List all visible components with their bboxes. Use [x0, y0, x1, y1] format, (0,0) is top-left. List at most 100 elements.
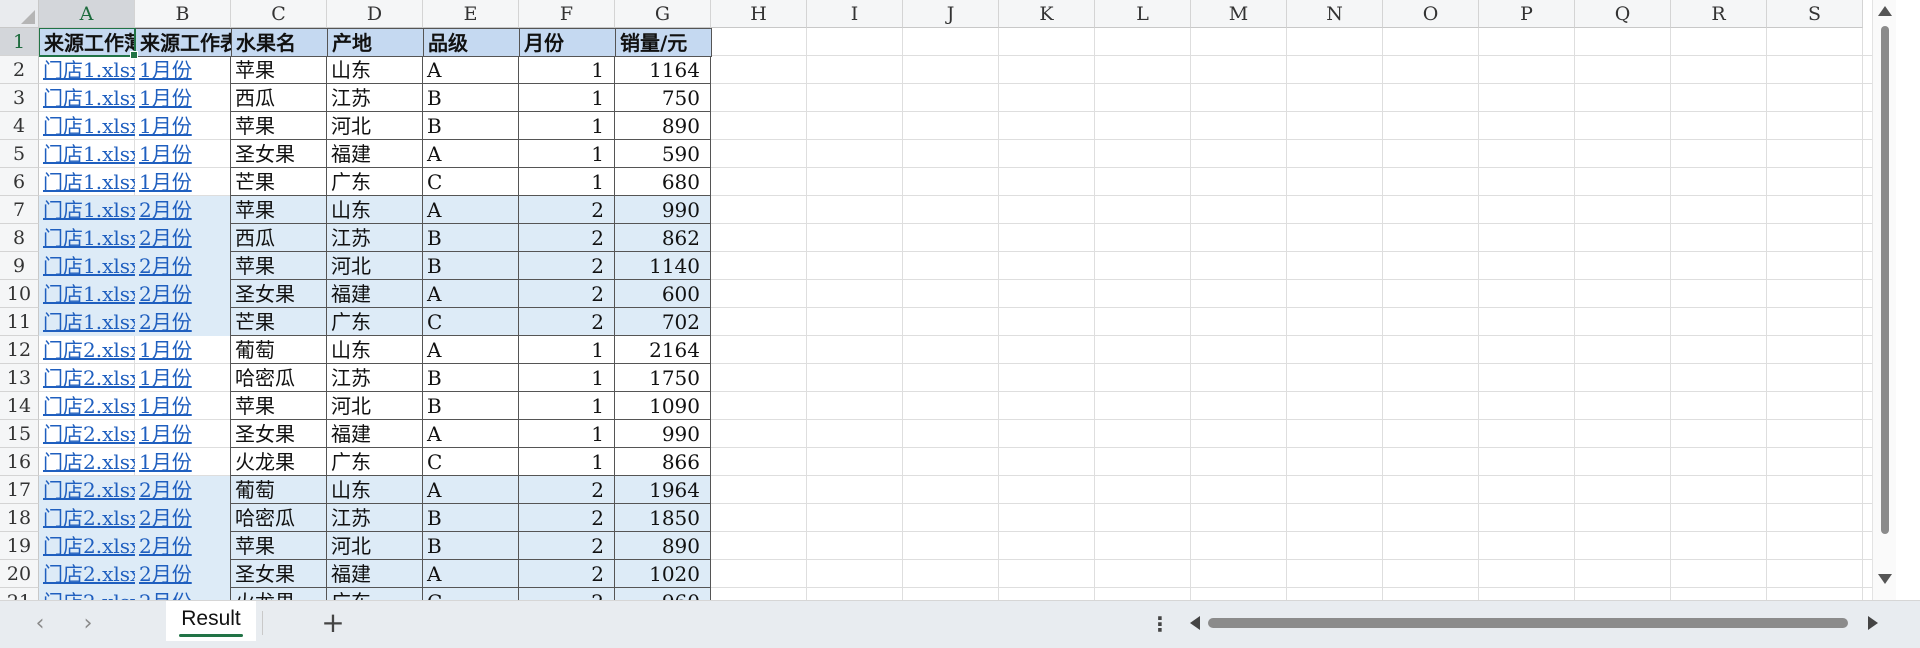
row-header[interactable]: 6: [0, 168, 39, 196]
column-header-n[interactable]: N: [1287, 0, 1383, 28]
table-cell[interactable]: 江苏: [327, 504, 423, 532]
table-header-cell[interactable]: 水果名: [231, 28, 328, 57]
table-cell[interactable]: A: [423, 196, 519, 224]
table-cell[interactable]: 890: [615, 532, 711, 560]
table-cell[interactable]: 西瓜: [230, 224, 327, 252]
table-cell[interactable]: 福建: [327, 140, 423, 168]
table-cell[interactable]: 1: [519, 168, 615, 196]
table-cell[interactable]: 590: [615, 140, 711, 168]
table-cell[interactable]: 火龙果: [230, 448, 327, 476]
table-cell[interactable]: 1: [519, 420, 615, 448]
hyperlink-cell[interactable]: 2月份: [135, 504, 231, 532]
column-header-l[interactable]: L: [1095, 0, 1191, 28]
table-cell[interactable]: 1: [519, 56, 615, 84]
hyperlink-cell[interactable]: 1月份: [135, 336, 231, 364]
row-header[interactable]: 3: [0, 84, 39, 112]
table-cell[interactable]: A: [423, 280, 519, 308]
column-header-e[interactable]: E: [423, 0, 519, 28]
row-header[interactable]: 12: [0, 336, 39, 364]
row-header[interactable]: 10: [0, 280, 39, 308]
spreadsheet-grid-area[interactable]: ABCDEFGHIJKLMNOPQRS 1 2 3 4 5 6 7 8 9 10 11 12 13 14 1…: [0, 0, 1896, 600]
column-header-s[interactable]: S: [1767, 0, 1863, 28]
hyperlink-cell[interactable]: 门店1.xlsx: [39, 140, 135, 168]
table-cell[interactable]: 1: [519, 448, 615, 476]
column-header-m[interactable]: M: [1191, 0, 1287, 28]
row-header[interactable]: 9: [0, 252, 39, 280]
table-cell[interactable]: 苹果: [230, 112, 327, 140]
column-header-d[interactable]: D: [327, 0, 423, 28]
row-header[interactable]: 19: [0, 532, 39, 560]
table-header-cell[interactable]: 月份: [519, 28, 616, 57]
table-cell[interactable]: B: [423, 252, 519, 280]
row-header[interactable]: 13: [0, 364, 39, 392]
hyperlink-cell[interactable]: 门店2.xlsx: [39, 392, 135, 420]
table-cell[interactable]: 哈密瓜: [230, 364, 327, 392]
table-cell[interactable]: C: [423, 588, 519, 600]
table-header-cell[interactable]: 来源工作薄: [39, 28, 136, 57]
row-header[interactable]: 1: [0, 28, 39, 56]
table-cell[interactable]: 2164: [615, 336, 711, 364]
table-cell[interactable]: 苹果: [230, 392, 327, 420]
row-header[interactable]: 18: [0, 504, 39, 532]
scroll-up-icon[interactable]: [1878, 6, 1892, 16]
column-header-q[interactable]: Q: [1575, 0, 1671, 28]
hyperlink-cell[interactable]: 门店2.xlsx: [39, 336, 135, 364]
scroll-left-icon[interactable]: [1190, 616, 1200, 630]
hyperlink-cell[interactable]: 门店1.xlsx: [39, 224, 135, 252]
table-header-cell[interactable]: 来源工作表: [135, 28, 232, 57]
row-header[interactable]: 4: [0, 112, 39, 140]
row-header[interactable]: 2: [0, 56, 39, 84]
table-cell[interactable]: 圣女果: [230, 140, 327, 168]
row-header[interactable]: 16: [0, 448, 39, 476]
table-cell[interactable]: 江苏: [327, 224, 423, 252]
table-cell[interactable]: 河北: [327, 112, 423, 140]
horizontal-scroll-thumb[interactable]: [1208, 618, 1848, 628]
hyperlink-cell[interactable]: 2月份: [135, 224, 231, 252]
table-cell[interactable]: 山东: [327, 476, 423, 504]
chevron-right-icon[interactable]: ›: [76, 613, 100, 637]
hyperlink-cell[interactable]: 门店1.xlsx: [39, 168, 135, 196]
table-cell[interactable]: 702: [615, 308, 711, 336]
table-header-cell[interactable]: 产地: [327, 28, 424, 57]
table-header-cell[interactable]: 品级: [423, 28, 520, 57]
table-cell[interactable]: B: [423, 532, 519, 560]
hyperlink-cell[interactable]: 门店2.xlsx: [39, 420, 135, 448]
column-header-i[interactable]: I: [807, 0, 903, 28]
column-header-j[interactable]: J: [903, 0, 999, 28]
chevron-left-icon[interactable]: ‹: [28, 613, 52, 637]
column-header-b[interactable]: B: [135, 0, 231, 28]
table-cell[interactable]: 990: [615, 420, 711, 448]
table-cell[interactable]: 1: [519, 364, 615, 392]
hyperlink-cell[interactable]: 门店2.xlsx: [39, 588, 135, 600]
table-cell[interactable]: C: [423, 308, 519, 336]
table-cell[interactable]: A: [423, 336, 519, 364]
hyperlink-cell[interactable]: 1月份: [135, 364, 231, 392]
table-cell[interactable]: 苹果: [230, 56, 327, 84]
table-cell[interactable]: 2: [519, 560, 615, 588]
hyperlink-cell[interactable]: 2月份: [135, 308, 231, 336]
row-header[interactable]: 20: [0, 560, 39, 588]
hyperlink-cell[interactable]: 门店1.xlsx: [39, 84, 135, 112]
table-cell[interactable]: 西瓜: [230, 84, 327, 112]
hyperlink-cell[interactable]: 2月份: [135, 476, 231, 504]
table-cell[interactable]: 2: [519, 532, 615, 560]
table-cell[interactable]: 1090: [615, 392, 711, 420]
hyperlink-cell[interactable]: 1月份: [135, 56, 231, 84]
table-cell[interactable]: 1750: [615, 364, 711, 392]
table-cell[interactable]: B: [423, 364, 519, 392]
table-cell[interactable]: 2: [519, 224, 615, 252]
hyperlink-cell[interactable]: 2月份: [135, 560, 231, 588]
hyperlink-cell[interactable]: 门店2.xlsx: [39, 532, 135, 560]
row-header[interactable]: 14: [0, 392, 39, 420]
plus-icon[interactable]: +: [320, 609, 346, 639]
hyperlink-cell[interactable]: 1月份: [135, 448, 231, 476]
row-header[interactable]: 17: [0, 476, 39, 504]
column-header-h[interactable]: H: [711, 0, 807, 28]
hyperlink-cell[interactable]: 1月份: [135, 140, 231, 168]
hyperlink-cell[interactable]: 2月份: [135, 196, 231, 224]
table-cell[interactable]: 葡萄: [230, 336, 327, 364]
table-cell[interactable]: A: [423, 476, 519, 504]
table-cell[interactable]: 1164: [615, 56, 711, 84]
table-cell[interactable]: 山东: [327, 196, 423, 224]
row-header[interactable]: 8: [0, 224, 39, 252]
